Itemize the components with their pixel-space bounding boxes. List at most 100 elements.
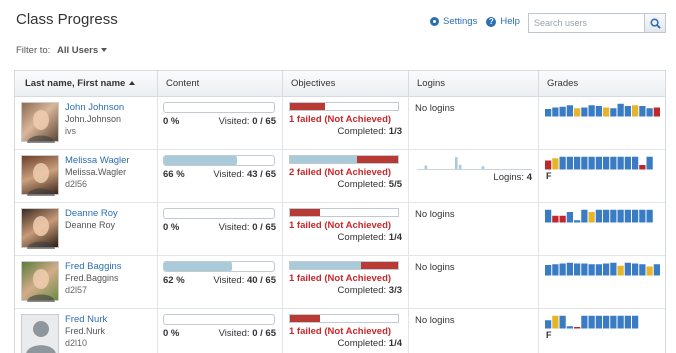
- objectives-failed-link[interactable]: 1 failed (Not Achieved): [289, 114, 391, 125]
- objectives-cell: 2 failed (Not Achieved) Completed: 5/5: [282, 150, 408, 203]
- grades-sparkline[interactable]: [545, 260, 661, 276]
- search-button[interactable]: [644, 13, 666, 33]
- grade-final-letter: F: [546, 330, 552, 340]
- grade-bar: [581, 156, 588, 170]
- filter-value: All Users: [56, 45, 99, 56]
- student-name-link[interactable]: John Johnson: [65, 102, 124, 113]
- user-photo-icon: [27, 269, 55, 302]
- grade-bar: [566, 156, 573, 170]
- name-cell: John Johnson John.Johnson ivs: [15, 97, 157, 150]
- completed-label: Completed:: [337, 126, 387, 137]
- completed-value: 3/3: [388, 285, 402, 296]
- grade-bar: [639, 264, 646, 276]
- grade-bar: [574, 108, 581, 117]
- objectives-bar-segment: [356, 156, 398, 163]
- grades-sparkline[interactable]: [545, 101, 661, 117]
- grade-bar: [639, 209, 646, 223]
- logins-text: No logins: [415, 209, 455, 220]
- grade-bar: [653, 107, 660, 117]
- objectives-bar-segment: [290, 103, 325, 110]
- student-login: Melissa.Wagler: [65, 167, 127, 177]
- grades-sparkline[interactable]: [545, 154, 661, 170]
- grade-bar: [595, 209, 602, 223]
- grade-bar: [595, 264, 602, 276]
- content-progress-bar[interactable]: [163, 102, 275, 113]
- completed-value: 1/4: [388, 338, 402, 349]
- grades-sparkline[interactable]: [545, 207, 661, 223]
- grade-bar: [588, 212, 595, 223]
- objectives-failed-link[interactable]: 2 failed (Not Achieved): [289, 167, 391, 178]
- grade-bar: [581, 315, 588, 329]
- column-header-content: Content: [157, 71, 282, 97]
- avatar: [21, 155, 59, 196]
- objectives-cell: 1 failed (Not Achieved) Completed: 3/3: [282, 256, 408, 309]
- content-progress-bar[interactable]: [163, 208, 275, 219]
- content-progress-fill: [164, 156, 237, 165]
- student-name-link[interactable]: Melissa Wagler: [65, 155, 130, 166]
- content-visited: Visited: 40 / 65: [213, 275, 276, 286]
- logins-sparkline[interactable]: [417, 154, 532, 170]
- objectives-bar[interactable]: [289, 155, 399, 164]
- grade-bar: [639, 165, 646, 170]
- grade-bar: [646, 108, 653, 117]
- search-icon: [650, 18, 661, 29]
- grade-bar: [624, 156, 631, 170]
- grade-bar: [588, 105, 595, 117]
- avatar: [21, 102, 59, 143]
- progress-table: Last name, First name Content Objectives…: [14, 70, 666, 353]
- grade-bar: [632, 156, 639, 170]
- objectives-bar[interactable]: [289, 314, 399, 323]
- student-name-link[interactable]: Fred Baggins: [65, 261, 122, 272]
- content-cell: 0 % Visited: 0 / 65: [157, 203, 282, 256]
- objectives-failed-link[interactable]: 1 failed (Not Achieved): [289, 220, 391, 231]
- filter-label: Filter to:: [16, 45, 51, 56]
- column-header-name[interactable]: Last name, First name: [15, 71, 157, 97]
- grades-sparkline[interactable]: [545, 313, 661, 329]
- grade-bar: [624, 106, 631, 117]
- student-org-id: d2l57: [65, 285, 88, 295]
- objectives-bar[interactable]: [289, 102, 399, 111]
- objectives-failed-link[interactable]: 1 failed (Not Achieved): [289, 273, 391, 284]
- search-input[interactable]: [528, 13, 644, 33]
- grade-bar: [624, 209, 631, 223]
- logins-text: No logins: [415, 262, 455, 273]
- grade-bar: [559, 106, 566, 117]
- objectives-completed: Completed: 3/3: [338, 285, 402, 296]
- content-progress-bar[interactable]: [163, 261, 275, 272]
- name-cell: Fred Baggins Fred.Baggins d2l57: [15, 256, 157, 309]
- grade-bar: [617, 265, 624, 276]
- objectives-bar[interactable]: [289, 208, 399, 217]
- objectives-failed-link[interactable]: 1 failed (Not Achieved): [289, 326, 391, 337]
- grade-bar: [552, 264, 559, 276]
- grade-bar: [588, 315, 595, 329]
- grade-bar: [545, 160, 552, 170]
- settings-link[interactable]: Settings: [430, 16, 477, 27]
- student-org-id: ivs: [65, 126, 76, 136]
- visited-value: 0 / 65: [252, 328, 276, 339]
- grade-bar: [574, 327, 581, 329]
- grade-bar: [632, 209, 639, 223]
- completed-label: Completed:: [337, 285, 387, 296]
- objectives-bar[interactable]: [289, 261, 399, 270]
- grade-bar: [552, 315, 559, 329]
- visited-value: 0 / 65: [252, 222, 276, 233]
- filter-dropdown[interactable]: All Users: [56, 45, 108, 56]
- help-label: Help: [500, 16, 520, 27]
- content-progress-bar[interactable]: [163, 155, 275, 166]
- grade-bar: [566, 326, 573, 329]
- objectives-bar-segment: [290, 262, 362, 269]
- student-name-link[interactable]: Fred Nurk: [65, 314, 107, 325]
- grade-final-letter: F: [546, 171, 552, 181]
- login-bar: [455, 157, 458, 169]
- content-cell: 0 % Visited: 0 / 65: [157, 97, 282, 150]
- visited-value: 43 / 65: [246, 169, 276, 180]
- student-name-link[interactable]: Deanne Roy: [65, 208, 118, 219]
- content-progress-bar[interactable]: [163, 314, 275, 325]
- student-org-id: d2l56: [65, 179, 88, 189]
- help-link[interactable]: ? Help: [486, 16, 520, 27]
- name-cell: Fred Nurk Fred.Nurk d2l10: [15, 309, 157, 353]
- student-login: Fred.Nurk: [65, 326, 106, 336]
- grade-bar: [610, 262, 617, 276]
- grades-cell: F: [538, 150, 665, 203]
- grade-bar: [646, 266, 653, 276]
